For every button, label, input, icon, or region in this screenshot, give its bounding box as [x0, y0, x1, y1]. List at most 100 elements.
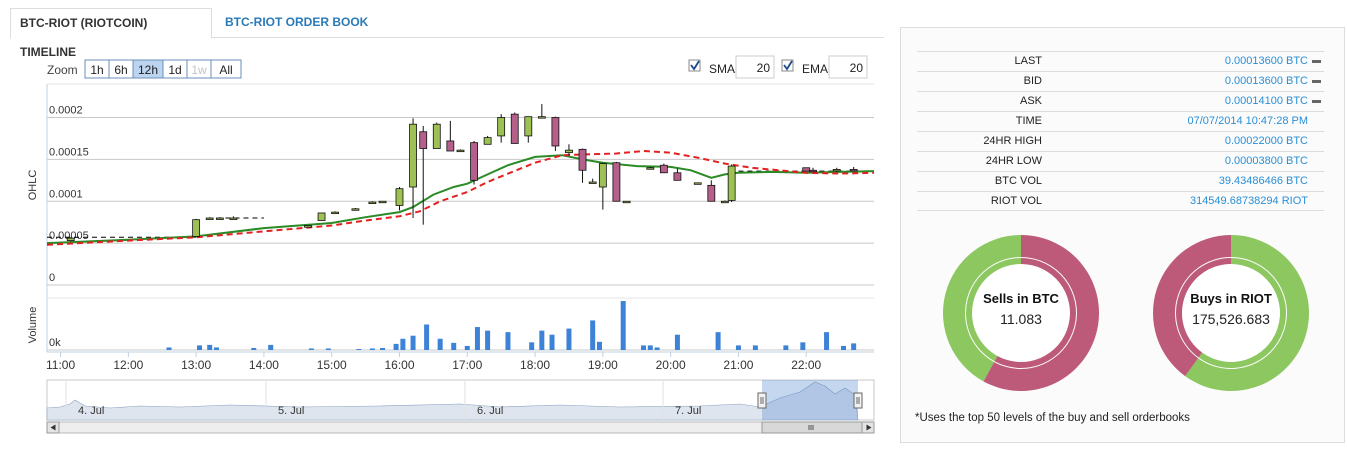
candle — [497, 114, 506, 143]
volume-bar — [197, 345, 203, 350]
candle — [659, 163, 668, 174]
x-tick-label: 13:00 — [181, 358, 211, 372]
volume-bar — [529, 342, 535, 350]
volume-bar — [380, 347, 386, 350]
candle — [331, 211, 339, 215]
candle — [351, 207, 360, 211]
zoom-button-12h[interactable]: 12h — [132, 59, 164, 79]
candle-body — [419, 131, 428, 149]
stat-value-text: 39.43486466 BTC — [1218, 175, 1308, 187]
candle-body — [510, 113, 519, 144]
volume-bar — [549, 334, 555, 350]
candle-body — [802, 167, 811, 172]
volume-bar — [590, 320, 596, 350]
candle — [229, 216, 238, 220]
candle-body — [409, 123, 417, 188]
candle — [849, 166, 858, 172]
volume-bar — [325, 348, 331, 350]
volume-axis-title: Volume — [27, 307, 39, 344]
candle-body — [524, 116, 533, 137]
volume-bar — [451, 342, 457, 350]
volume-bar — [410, 335, 416, 350]
candle — [419, 125, 428, 225]
tab-order-book[interactable]: BTC-RIOT ORDER BOOK — [216, 8, 377, 39]
navigator-left-handle[interactable] — [757, 392, 767, 409]
volume-bar — [620, 301, 626, 350]
stat-row-time: TIME 07/07/2014 10:47:28 PM — [917, 111, 1324, 131]
volume-bar — [268, 344, 274, 350]
candle — [537, 104, 546, 119]
unchanged-dash-icon — [1312, 59, 1321, 63]
x-tick-label: 11:00 — [46, 358, 75, 372]
sells-in-btc-donut: Sells in BTC 11.083 — [941, 233, 1101, 393]
handle-grip — [853, 392, 863, 409]
candle-body — [331, 211, 339, 215]
navigator-selected-range — [762, 380, 858, 420]
ema-input-value: 20 — [850, 61, 864, 75]
candle-body — [483, 137, 492, 145]
candle — [707, 180, 716, 202]
stat-row-24hr-high: 24HR HIGH 0.00022000 BTC — [917, 131, 1324, 151]
candle — [409, 118, 417, 218]
sma-checkbox[interactable] — [688, 59, 701, 72]
volume-bar — [393, 343, 399, 350]
volume-bar — [783, 345, 789, 350]
market-summary-panel: LAST 0.00013600 BTC BID 0.00013600 BTC ASK 0.… — [900, 27, 1345, 443]
volume-bar — [800, 342, 806, 350]
candle — [470, 140, 478, 185]
ema-checkbox[interactable] — [781, 59, 794, 72]
ema-period-input[interactable]: 20 — [828, 55, 868, 79]
candle — [317, 212, 326, 221]
zoom-button-1w: 1w — [186, 59, 212, 79]
candle-body — [192, 219, 201, 237]
x-tick-label: 14:00 — [249, 358, 279, 372]
volume-bar — [654, 347, 660, 350]
candle-body — [205, 217, 214, 220]
volume-bar — [166, 347, 172, 350]
volume-bar — [251, 347, 257, 350]
sma-period-input[interactable]: 20 — [735, 55, 775, 79]
zoom-button-6h[interactable]: 6h — [108, 59, 134, 79]
candle — [304, 225, 312, 228]
candle-body — [673, 172, 682, 181]
navigator-date-label: 5. Jul — [278, 405, 304, 417]
navigator-right-handle[interactable] — [853, 392, 863, 409]
handle-grip — [757, 392, 767, 409]
scrollbar-thumb[interactable] — [761, 421, 863, 434]
stat-value: 0.00014100 BTC — [1067, 92, 1321, 111]
candle-body — [456, 149, 465, 153]
candle — [551, 116, 560, 151]
navigator-date-label: 6. Jul — [477, 405, 503, 417]
y-tick-label: 0.0002 — [49, 105, 83, 117]
candle — [832, 167, 841, 172]
candle-body — [537, 116, 546, 119]
candle — [524, 116, 533, 143]
navigator-date-label: 7. Jul — [675, 405, 701, 417]
y-tick-label: 0.0001 — [49, 188, 83, 200]
price-chart: Zoom 1h 6h 12h 1d 1w All SMA 20 EMA 2000.000050.00… — [27, 55, 875, 434]
stat-value: 39.43486466 BTC — [1067, 172, 1321, 191]
candle — [66, 237, 75, 242]
zoom-button-1d[interactable]: 1d — [162, 59, 188, 79]
candle — [598, 162, 607, 210]
candle — [395, 187, 404, 211]
sells-donut-title: Sells in BTC — [983, 291, 1059, 306]
zoom-button-1h[interactable]: 1h — [84, 59, 110, 79]
navigator-scrollbar[interactable] — [46, 421, 875, 434]
candle-body — [727, 165, 736, 201]
x-tick-label: 15:00 — [317, 358, 347, 372]
zoom-button-label: All — [219, 63, 232, 77]
zoom-button-All[interactable]: All — [210, 59, 242, 79]
tab-timeline[interactable]: BTC-RIOT (RIOTCOIN) TIMELINE — [10, 8, 212, 59]
sma-input-value: 20 — [757, 61, 771, 75]
volume-bar — [356, 348, 362, 350]
tab-bar: BTC-RIOT (RIOTCOIN) TIMELINE BTC-RIOT OR… — [10, 8, 884, 59]
market-stats-table: LAST 0.00013600 BTC BID 0.00013600 BTC ASK 0.… — [917, 51, 1324, 211]
zoom-button-label: 12h — [138, 63, 158, 77]
candle-body — [229, 217, 238, 220]
volume-bar — [207, 344, 213, 350]
volume-bar — [505, 332, 511, 350]
candle — [612, 161, 621, 202]
stat-label: LAST — [1014, 55, 1042, 67]
candle-body — [693, 182, 702, 185]
